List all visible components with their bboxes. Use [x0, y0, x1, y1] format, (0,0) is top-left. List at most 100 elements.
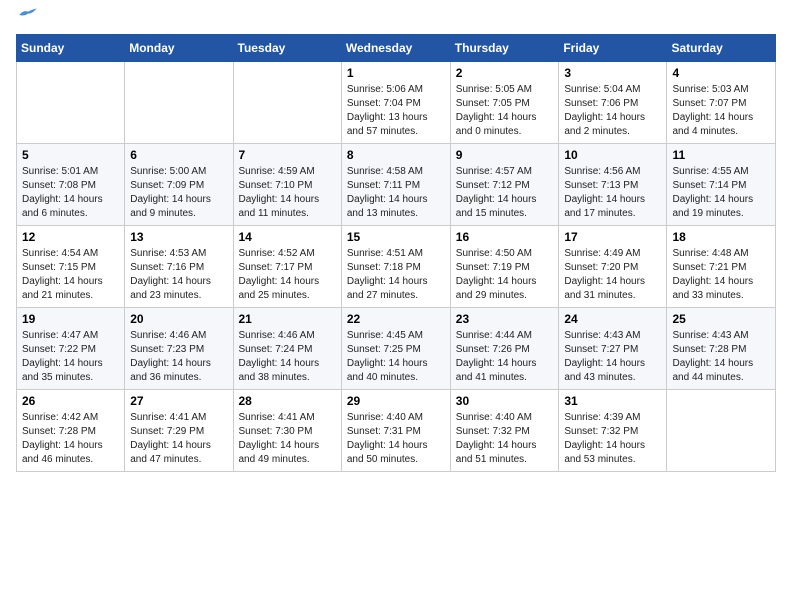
weekday-header-wednesday: Wednesday: [341, 35, 450, 62]
day-number: 28: [239, 394, 336, 408]
page-header: [16, 16, 776, 22]
day-number: 3: [564, 66, 661, 80]
day-info: Sunrise: 5:01 AMSunset: 7:08 PMDaylight:…: [22, 165, 119, 221]
day-number: 24: [564, 312, 661, 326]
weekday-header-friday: Friday: [559, 35, 667, 62]
calendar-week-row: 19 Sunrise: 4:47 AMSunset: 7:22 PMDayligh…: [17, 308, 776, 390]
day-info: Sunrise: 4:43 AMSunset: 7:28 PMDaylight:…: [672, 329, 770, 385]
logo-bird-icon: [18, 8, 38, 22]
day-info: Sunrise: 4:58 AMSunset: 7:11 PMDaylight:…: [347, 165, 445, 221]
day-info: Sunrise: 4:51 AMSunset: 7:18 PMDaylight:…: [347, 247, 445, 303]
day-number: 23: [456, 312, 554, 326]
day-number: 26: [22, 394, 119, 408]
calendar-cell: 6 Sunrise: 5:00 AMSunset: 7:09 PMDaylight…: [125, 144, 233, 226]
day-info: Sunrise: 4:41 AMSunset: 7:30 PMDaylight:…: [239, 411, 336, 467]
day-info: Sunrise: 4:42 AMSunset: 7:28 PMDaylight:…: [22, 411, 119, 467]
day-info: Sunrise: 4:45 AMSunset: 7:25 PMDaylight:…: [347, 329, 445, 385]
calendar-cell: 11Sunrise: 4:55 AMSunset: 7:14 PMDayligh…: [667, 144, 776, 226]
day-number: 19: [22, 312, 119, 326]
day-info: Sunrise: 5:04 AMSunset: 7:06 PMDaylight:…: [564, 83, 661, 139]
calendar-cell: 12 Sunrise: 4:54 AMSunset: 7:15 PMDayligh…: [17, 226, 125, 308]
calendar-cell: 10 Sunrise: 4:56 AMSunset: 7:13 PMDayligh…: [559, 144, 667, 226]
day-info: Sunrise: 4:40 AMSunset: 7:31 PMDaylight:…: [347, 411, 445, 467]
day-info: Sunrise: 5:05 AMSunset: 7:05 PMDaylight:…: [456, 83, 554, 139]
day-info: Sunrise: 5:03 AMSunset: 7:07 PMDaylight:…: [672, 83, 770, 139]
day-number: 31: [564, 394, 661, 408]
day-info: Sunrise: 4:55 AMSunset: 7:14 PMDaylight:…: [672, 165, 770, 221]
calendar-cell: 2 Sunrise: 5:05 AMSunset: 7:05 PMDaylight…: [450, 62, 559, 144]
day-number: 27: [130, 394, 227, 408]
weekday-header-tuesday: Tuesday: [233, 35, 341, 62]
day-number: 5: [22, 148, 119, 162]
day-number: 17: [564, 230, 661, 244]
calendar-cell: 25Sunrise: 4:43 AMSunset: 7:28 PMDayligh…: [667, 308, 776, 390]
calendar-cell: 23Sunrise: 4:44 AMSunset: 7:26 PMDayligh…: [450, 308, 559, 390]
calendar-cell: 22 Sunrise: 4:45 AMSunset: 7:25 PMDayligh…: [341, 308, 450, 390]
day-info: Sunrise: 4:49 AMSunset: 7:20 PMDaylight:…: [564, 247, 661, 303]
day-number: 8: [347, 148, 445, 162]
day-info: Sunrise: 4:52 AMSunset: 7:17 PMDaylight:…: [239, 247, 336, 303]
day-info: Sunrise: 4:53 AMSunset: 7:16 PMDaylight:…: [130, 247, 227, 303]
calendar-week-row: 26 Sunrise: 4:42 AMSunset: 7:28 PMDayligh…: [17, 390, 776, 472]
day-info: Sunrise: 4:56 AMSunset: 7:13 PMDaylight:…: [564, 165, 661, 221]
day-number: 30: [456, 394, 554, 408]
day-info: Sunrise: 5:06 AMSunset: 7:04 PMDaylight:…: [347, 83, 445, 139]
calendar-cell: 21Sunrise: 4:46 AMSunset: 7:24 PMDayligh…: [233, 308, 341, 390]
day-info: Sunrise: 4:40 AMSunset: 7:32 PMDaylight:…: [456, 411, 554, 467]
calendar-cell: 13 Sunrise: 4:53 AMSunset: 7:16 PMDayligh…: [125, 226, 233, 308]
calendar-table: SundayMondayTuesdayWednesdayThursdayFrid…: [16, 34, 776, 472]
day-number: 10: [564, 148, 661, 162]
day-number: 4: [672, 66, 770, 80]
calendar-cell: 3 Sunrise: 5:04 AMSunset: 7:06 PMDaylight…: [559, 62, 667, 144]
day-number: 29: [347, 394, 445, 408]
calendar-cell: [667, 390, 776, 472]
day-number: 13: [130, 230, 227, 244]
day-info: Sunrise: 4:47 AMSunset: 7:22 PMDaylight:…: [22, 329, 119, 385]
calendar-cell: 7 Sunrise: 4:59 AMSunset: 7:10 PMDaylight…: [233, 144, 341, 226]
calendar-cell: 14Sunrise: 4:52 AMSunset: 7:17 PMDayligh…: [233, 226, 341, 308]
day-number: 18: [672, 230, 770, 244]
day-info: Sunrise: 4:43 AMSunset: 7:27 PMDaylight:…: [564, 329, 661, 385]
day-info: Sunrise: 4:48 AMSunset: 7:21 PMDaylight:…: [672, 247, 770, 303]
calendar-cell: 4 Sunrise: 5:03 AMSunset: 7:07 PMDaylight…: [667, 62, 776, 144]
calendar-cell: 31 Sunrise: 4:39 AMSunset: 7:32 PMDayligh…: [559, 390, 667, 472]
day-number: 9: [456, 148, 554, 162]
calendar-cell: 28 Sunrise: 4:41 AMSunset: 7:30 PMDayligh…: [233, 390, 341, 472]
day-info: Sunrise: 4:59 AMSunset: 7:10 PMDaylight:…: [239, 165, 336, 221]
calendar-cell: 16 Sunrise: 4:50 AMSunset: 7:19 PMDayligh…: [450, 226, 559, 308]
day-info: Sunrise: 4:39 AMSunset: 7:32 PMDaylight:…: [564, 411, 661, 467]
day-number: 7: [239, 148, 336, 162]
day-number: 21: [239, 312, 336, 326]
calendar-cell: 29 Sunrise: 4:40 AMSunset: 7:31 PMDayligh…: [341, 390, 450, 472]
calendar-cell: 8 Sunrise: 4:58 AMSunset: 7:11 PMDaylight…: [341, 144, 450, 226]
day-number: 20: [130, 312, 227, 326]
calendar-cell: 18 Sunrise: 4:48 AMSunset: 7:21 PMDayligh…: [667, 226, 776, 308]
calendar-cell: 17 Sunrise: 4:49 AMSunset: 7:20 PMDayligh…: [559, 226, 667, 308]
day-number: 1: [347, 66, 445, 80]
logo: [16, 16, 38, 22]
day-info: Sunrise: 4:46 AMSunset: 7:23 PMDaylight:…: [130, 329, 227, 385]
calendar-cell: 24 Sunrise: 4:43 AMSunset: 7:27 PMDayligh…: [559, 308, 667, 390]
weekday-header-saturday: Saturday: [667, 35, 776, 62]
day-number: 2: [456, 66, 554, 80]
calendar-cell: 1 Sunrise: 5:06 AMSunset: 7:04 PMDaylight…: [341, 62, 450, 144]
weekday-header-monday: Monday: [125, 35, 233, 62]
calendar-cell: 9 Sunrise: 4:57 AMSunset: 7:12 PMDaylight…: [450, 144, 559, 226]
day-info: Sunrise: 4:50 AMSunset: 7:19 PMDaylight:…: [456, 247, 554, 303]
calendar-week-row: 1 Sunrise: 5:06 AMSunset: 7:04 PMDaylight…: [17, 62, 776, 144]
day-info: Sunrise: 4:54 AMSunset: 7:15 PMDaylight:…: [22, 247, 119, 303]
day-info: Sunrise: 4:41 AMSunset: 7:29 PMDaylight:…: [130, 411, 227, 467]
day-number: 22: [347, 312, 445, 326]
day-number: 16: [456, 230, 554, 244]
calendar-cell: 20 Sunrise: 4:46 AMSunset: 7:23 PMDayligh…: [125, 308, 233, 390]
calendar-cell: 27 Sunrise: 4:41 AMSunset: 7:29 PMDayligh…: [125, 390, 233, 472]
calendar-cell: 15Sunrise: 4:51 AMSunset: 7:18 PMDayligh…: [341, 226, 450, 308]
day-number: 12: [22, 230, 119, 244]
calendar-cell: 30 Sunrise: 4:40 AMSunset: 7:32 PMDayligh…: [450, 390, 559, 472]
day-info: Sunrise: 4:57 AMSunset: 7:12 PMDaylight:…: [456, 165, 554, 221]
calendar-header-row: SundayMondayTuesdayWednesdayThursdayFrid…: [17, 35, 776, 62]
calendar-week-row: 5 Sunrise: 5:01 AMSunset: 7:08 PMDaylight…: [17, 144, 776, 226]
day-info: Sunrise: 5:00 AMSunset: 7:09 PMDaylight:…: [130, 165, 227, 221]
day-number: 6: [130, 148, 227, 162]
calendar-cell: 19 Sunrise: 4:47 AMSunset: 7:22 PMDayligh…: [17, 308, 125, 390]
